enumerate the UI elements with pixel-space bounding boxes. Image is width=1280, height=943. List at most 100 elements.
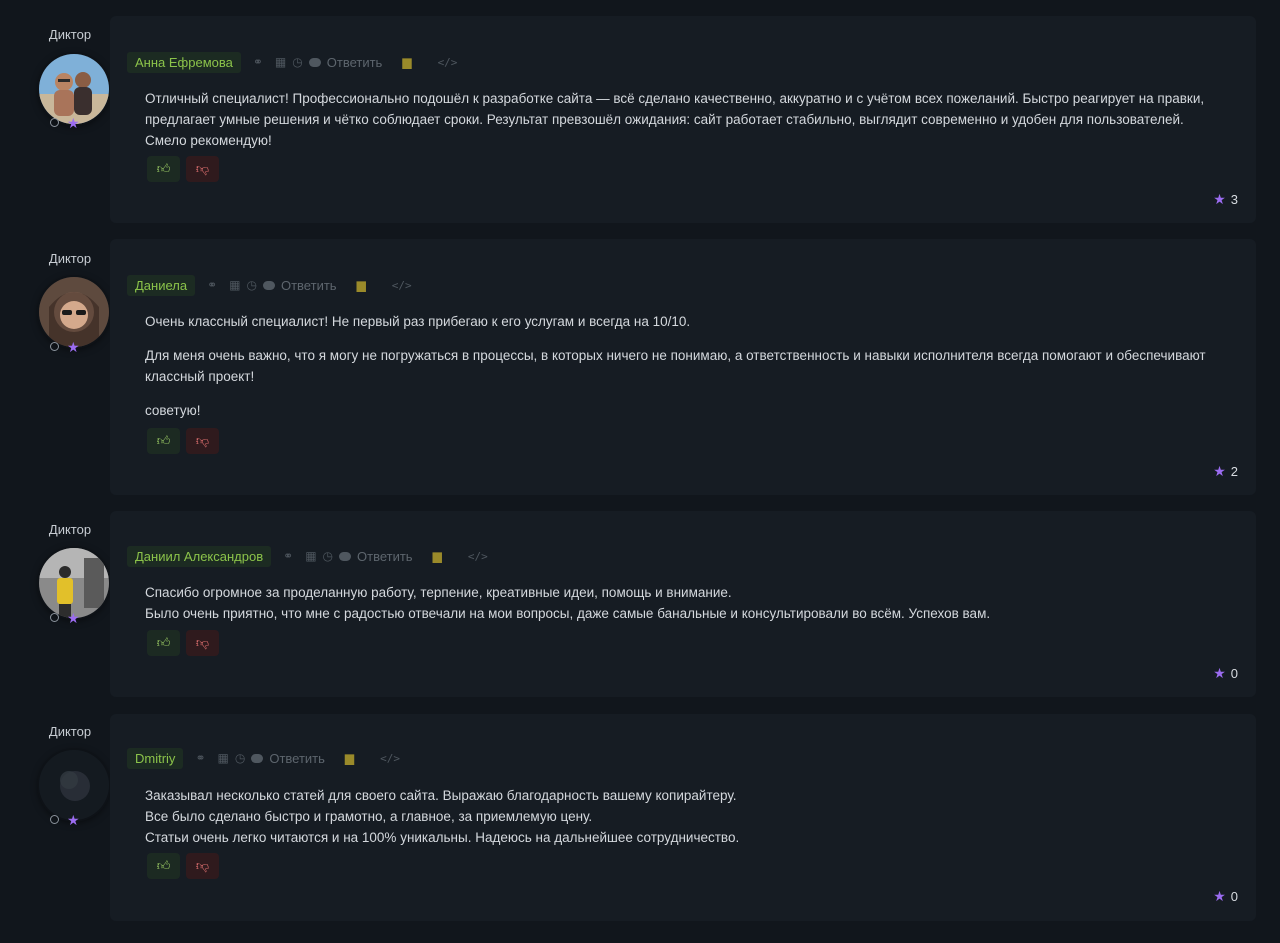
dislike-button[interactable]: 👎︎ (186, 853, 219, 879)
clock-icon: ◷ (292, 55, 303, 69)
avatar[interactable] (39, 750, 109, 820)
trash-icon[interactable]: ▆ (402, 55, 411, 69)
rating: ★ 2 (1213, 463, 1238, 480)
comment-text: Спасибо огромное за проделанную работу, … (145, 582, 1216, 624)
calendar-icon: ▦ (274, 55, 287, 69)
comment-paragraph: Заказывал несколько статей для своего са… (145, 788, 737, 803)
trash-icon[interactable]: ▆ (433, 549, 442, 563)
offline-status-icon (50, 613, 59, 622)
offline-status-icon (50, 118, 59, 127)
code-icon[interactable]: </> (438, 56, 458, 69)
reply-button[interactable]: Ответить (339, 549, 413, 564)
clock-icon: ◷ (234, 751, 246, 765)
reply-label: Ответить (326, 54, 383, 70)
trash-icon[interactable]: ▆ (357, 278, 366, 292)
rating-value: 0 (1230, 889, 1238, 904)
comment-text: Очень классный специалист! Не первый раз… (145, 311, 1216, 421)
like-button[interactable]: 👍︎ (147, 853, 180, 879)
comment-paragraph: советую! (145, 403, 201, 418)
thumbs-up-icon: 👍︎ (156, 858, 171, 873)
rating: ★ 0 (1213, 888, 1238, 905)
avatar[interactable] (39, 277, 109, 347)
reply-label: Ответить (280, 277, 337, 293)
rating-value: 2 (1230, 464, 1238, 479)
vote-buttons: 👍︎ 👎︎ (147, 428, 219, 454)
dislike-button[interactable]: 👎︎ (186, 428, 219, 454)
rating: ★ 3 (1213, 191, 1238, 208)
author-name[interactable]: Даниела (127, 274, 196, 296)
star-icon: ★ (1213, 191, 1226, 207)
comment-text: Заказывал несколько статей для своего са… (145, 785, 1216, 848)
comment-paragraph: Было очень приятно, что мне с радостью о… (145, 606, 991, 621)
comment-meta: Даниил Александров ⚭ ▦ ◷ Ответить ▆ </> (127, 545, 488, 567)
clock-icon: ◷ (322, 549, 334, 563)
dislike-button[interactable]: 👎︎ (186, 156, 219, 182)
comment-bubble-icon (262, 280, 275, 290)
rating: ★ 0 (1213, 665, 1238, 682)
role-label: Диктор (48, 724, 92, 739)
reply-button[interactable]: Ответить (251, 751, 325, 766)
link-icon[interactable]: ⚭ (253, 56, 263, 68)
dislike-button[interactable]: 👎︎ (186, 630, 219, 656)
thumbs-down-icon: 👎︎ (195, 433, 210, 448)
comment-meta: Dmitriy ⚭ ▦ ◷ Ответить ▆ </> (127, 747, 400, 769)
role-label: Диктор (48, 27, 92, 42)
comment-bubble-icon (339, 551, 352, 561)
vote-buttons: 👍︎ 👎︎ (147, 853, 219, 879)
comment-text: Отличный специалист! Профессионально под… (145, 88, 1216, 151)
role-label: Диктор (48, 251, 92, 266)
star-icon: ★ (1213, 665, 1226, 681)
comment-meta: Даниела ⚭ ▦ ◷ Ответить ▆ </> (127, 274, 412, 296)
comment-card: Даниела ⚭ ▦ ◷ Ответить ▆ </> Очень класс… (110, 239, 1256, 495)
link-icon[interactable]: ⚭ (283, 550, 293, 562)
thumbs-up-icon: 👍︎ (156, 635, 171, 650)
vote-buttons: 👍︎ 👎︎ (147, 630, 219, 656)
avatar[interactable] (39, 54, 109, 124)
comment-paragraph: Статьи очень легко читаются и на 100% ун… (145, 830, 740, 845)
code-icon[interactable]: </> (392, 279, 412, 292)
calendar-icon: ▦ (305, 549, 317, 563)
comment-bubble-icon (251, 753, 264, 763)
comment-meta: Анна Ефремова ⚭ ▦ ◷ Ответить ▆ </> (127, 51, 457, 73)
calendar-icon: ▦ (229, 278, 241, 292)
reply-button[interactable]: Ответить (262, 277, 337, 293)
link-icon[interactable]: ⚭ (207, 279, 217, 291)
comments-page: Диктор ★ Анна Ефремова ⚭ ▦ ◷ Ответить ▆ … (0, 0, 1280, 943)
comment-paragraph: Спасибо огромное за проделанную работу, … (145, 585, 732, 600)
avatar[interactable] (39, 548, 109, 618)
trash-icon[interactable]: ▆ (345, 751, 354, 765)
reply-label: Ответить (357, 548, 413, 564)
star-icon: ★ (67, 115, 80, 131)
comment-paragraph: Все было сделано быстро и грамотно, а гл… (145, 809, 593, 824)
like-button[interactable]: 👍︎ (147, 630, 180, 656)
comment-paragraph: Для меня очень важно, что я могу не погр… (145, 348, 1206, 384)
author-name[interactable]: Анна Ефремова (127, 51, 241, 73)
code-icon[interactable]: </> (380, 752, 400, 765)
thumbs-down-icon: 👎︎ (195, 858, 210, 873)
clock-icon: ◷ (246, 278, 257, 292)
thumbs-up-icon: 👍︎ (156, 433, 171, 448)
reply-label: Ответить (269, 750, 325, 766)
star-icon: ★ (1213, 888, 1226, 904)
star-icon: ★ (67, 610, 80, 626)
star-icon: ★ (67, 339, 80, 355)
like-button[interactable]: 👍︎ (147, 156, 180, 182)
thumbs-down-icon: 👎︎ (195, 635, 210, 650)
rating-value: 3 (1230, 192, 1238, 207)
offline-status-icon (50, 815, 59, 824)
comment-paragraph: Отличный специалист! Профессионально под… (145, 91, 1205, 148)
author-name[interactable]: Dmitriy (127, 747, 184, 769)
author-name[interactable]: Даниил Александров (127, 545, 272, 567)
vote-buttons: 👍︎ 👎︎ (147, 156, 219, 182)
like-button[interactable]: 👍︎ (147, 428, 180, 454)
comment-card: Dmitriy ⚭ ▦ ◷ Ответить ▆ </> Заказывал н… (110, 714, 1256, 921)
calendar-icon: ▦ (217, 751, 229, 765)
comment-card: Даниил Александров ⚭ ▦ ◷ Ответить ▆ </> … (110, 511, 1256, 697)
offline-status-icon (50, 342, 59, 351)
comment-paragraph: Очень классный специалист! Не первый раз… (145, 314, 691, 329)
comment-bubble-icon (308, 57, 321, 67)
reply-button[interactable]: Ответить (308, 54, 383, 70)
comment-card: Анна Ефремова ⚭ ▦ ◷ Ответить ▆ </> Отлич… (110, 16, 1256, 223)
code-icon[interactable]: </> (468, 550, 488, 563)
link-icon[interactable]: ⚭ (195, 752, 205, 764)
